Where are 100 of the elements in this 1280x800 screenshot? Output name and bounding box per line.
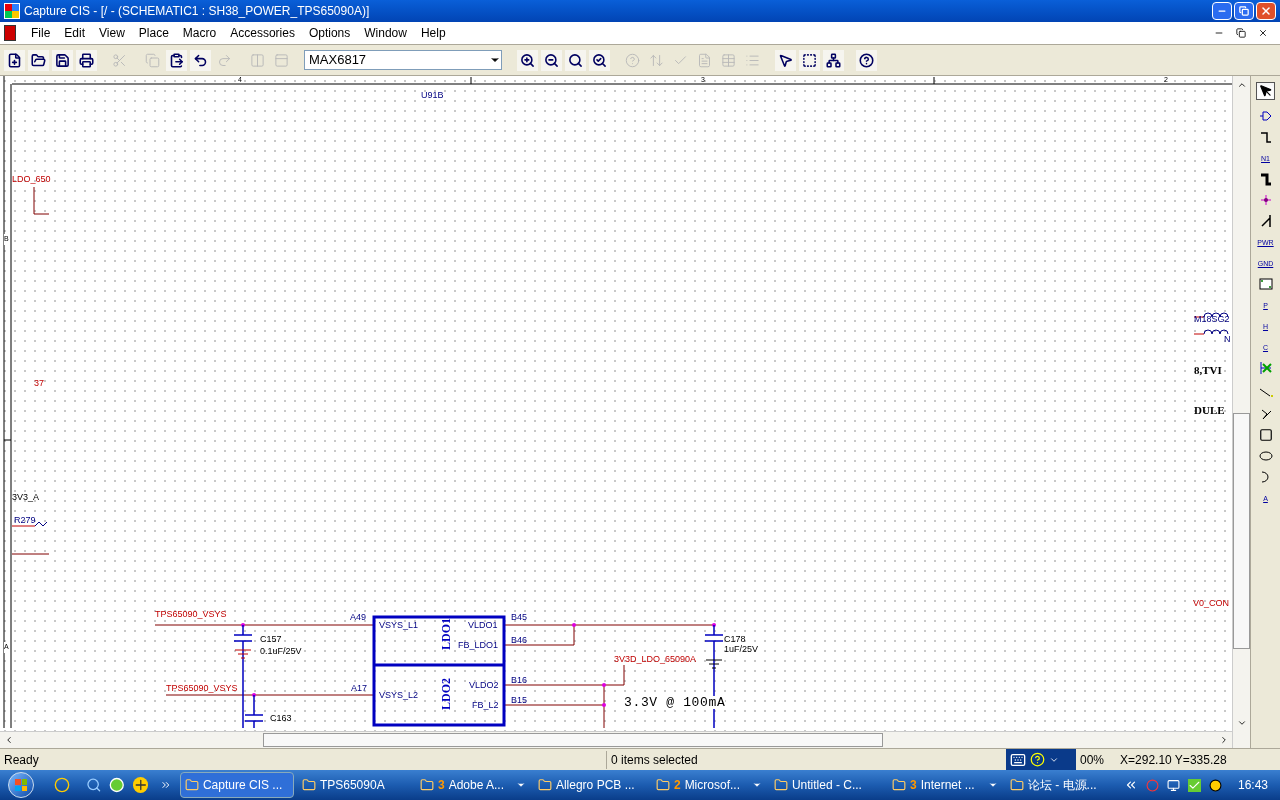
toolbar-button[interactable] xyxy=(190,49,211,71)
net-label: 3V3D_LDO_65090A xyxy=(614,655,697,664)
keyboard-icon[interactable] xyxy=(1010,751,1026,768)
part-reference: R279 xyxy=(14,516,36,525)
menu-item[interactable]: Accessories xyxy=(223,24,302,42)
add-icon[interactable] xyxy=(132,777,149,793)
wire xyxy=(11,553,50,555)
folder-icon xyxy=(184,778,199,792)
net-label: 37 xyxy=(34,379,44,388)
help-icon[interactable] xyxy=(1030,752,1045,767)
wire-icon xyxy=(1258,130,1273,144)
undo-icon xyxy=(193,52,208,68)
toolbar-button[interactable] xyxy=(76,49,97,71)
taskbar-button[interactable]: 2 Microsof... xyxy=(651,772,766,798)
folder-icon xyxy=(301,778,316,792)
pin-label: B15 xyxy=(511,696,527,705)
taskbar-button[interactable]: Untitled - C... xyxy=(769,772,884,798)
new-file-icon xyxy=(7,52,22,68)
save-icon xyxy=(55,52,70,68)
hierarchical-block-icon xyxy=(1258,277,1273,291)
annotate-icon xyxy=(625,52,640,68)
folder-icon xyxy=(891,778,906,792)
pointer-icon xyxy=(778,52,793,68)
menu-item[interactable]: Window xyxy=(357,24,414,42)
component-label: 3V3_A xyxy=(12,493,40,502)
block-label: LDO2 xyxy=(440,678,452,710)
dropdown-icon[interactable] xyxy=(987,780,998,790)
taskbar-button[interactable]: TPS65090A xyxy=(297,772,412,798)
pin-label: B45 xyxy=(511,613,527,622)
hierarchy-icon xyxy=(802,52,817,68)
wire xyxy=(33,186,50,215)
menu-item[interactable]: File xyxy=(24,24,58,42)
redo-icon xyxy=(217,52,232,68)
close-icon xyxy=(1260,5,1272,17)
toolbar-button[interactable] xyxy=(28,49,49,71)
component-label: C178 xyxy=(724,635,746,644)
taskbar-button[interactable]: 3 Internet ... xyxy=(887,772,1002,798)
taskbar-button[interactable]: 论坛 - 电源... xyxy=(1005,772,1120,798)
close-icon[interactable] xyxy=(1258,28,1268,38)
part-combo-box[interactable]: MAX6817 xyxy=(304,50,502,70)
toolbar-button[interactable] xyxy=(856,49,877,71)
menu-item[interactable]: Macro xyxy=(175,24,224,42)
resistor-drawing xyxy=(11,521,48,527)
taskbar-button[interactable]: Capture CIS ... xyxy=(179,772,294,798)
toolbar-button[interactable] xyxy=(823,49,844,71)
net-label: LDO_650 xyxy=(12,175,51,184)
network-icon[interactable] xyxy=(1166,778,1180,792)
taskbar-button[interactable]: Allegro PCB ... xyxy=(533,772,648,798)
zoom-in-icon xyxy=(520,52,535,68)
net-label: TPS65090_VSYS xyxy=(155,610,227,619)
folder-icon xyxy=(537,778,552,792)
toolbar-button[interactable] xyxy=(517,49,538,71)
horizontal-scrollbar[interactable] xyxy=(0,731,1232,748)
pin-label: VLDO1 xyxy=(468,621,498,630)
toolbar-button[interactable] xyxy=(589,49,610,71)
toolbar-button[interactable] xyxy=(52,49,73,71)
printer-icon xyxy=(79,52,94,68)
toolbar-button[interactable] xyxy=(166,49,187,71)
pin-label: VLDO2 xyxy=(469,681,499,690)
palette-tool[interactable] xyxy=(1256,82,1275,100)
close-button[interactable] xyxy=(1256,2,1276,20)
part-reference: U91B xyxy=(421,91,444,100)
minimize-button[interactable] xyxy=(1212,2,1232,20)
menu-item[interactable]: Place xyxy=(131,24,176,42)
bus-icon xyxy=(1258,172,1273,186)
taskbar-button[interactable]: 3 Adobe A... xyxy=(415,772,530,798)
menu-item[interactable]: View xyxy=(92,24,132,42)
menu-item[interactable]: Options xyxy=(301,24,358,42)
toolbar-button[interactable] xyxy=(775,49,796,71)
netlist-icon xyxy=(697,52,712,68)
pin-label: B46 xyxy=(511,636,527,645)
component-label: 1uF/25V xyxy=(724,645,759,654)
rectangle-icon xyxy=(1258,428,1273,442)
scroll-thumb[interactable] xyxy=(1233,413,1250,649)
more-icon[interactable] xyxy=(160,779,172,791)
menu-item[interactable]: Edit xyxy=(57,24,93,42)
restore-button[interactable] xyxy=(1234,2,1254,20)
toolbar-button[interactable] xyxy=(541,49,562,71)
restore-icon[interactable] xyxy=(1236,28,1246,38)
copy-icon xyxy=(145,52,160,68)
toolbar-button[interactable] xyxy=(4,49,25,71)
inductor-drawing xyxy=(1193,312,1229,335)
toolbar-button[interactable] xyxy=(799,49,820,71)
component-label: C157 xyxy=(260,635,282,644)
columns-icon xyxy=(250,52,265,68)
language-bar[interactable] xyxy=(1006,748,1076,771)
tray-icon[interactable] xyxy=(1208,778,1222,792)
vertical-scrollbar[interactable] xyxy=(1232,76,1250,748)
scroll-thumb[interactable] xyxy=(263,733,883,747)
dropdown-icon[interactable] xyxy=(751,780,762,790)
menu-item[interactable]: Help xyxy=(413,24,453,42)
part-icon xyxy=(1258,109,1273,123)
toolbar-button[interactable] xyxy=(565,49,586,71)
dropdown-icon[interactable] xyxy=(515,780,526,790)
pin-label: FB_L2 xyxy=(472,701,499,710)
tray-icon[interactable] xyxy=(1187,778,1201,792)
help-icon xyxy=(859,52,874,68)
pin-label: A17 xyxy=(351,684,367,693)
zoom-status: 00% xyxy=(1079,751,1106,769)
zoom-all-icon xyxy=(592,52,607,68)
